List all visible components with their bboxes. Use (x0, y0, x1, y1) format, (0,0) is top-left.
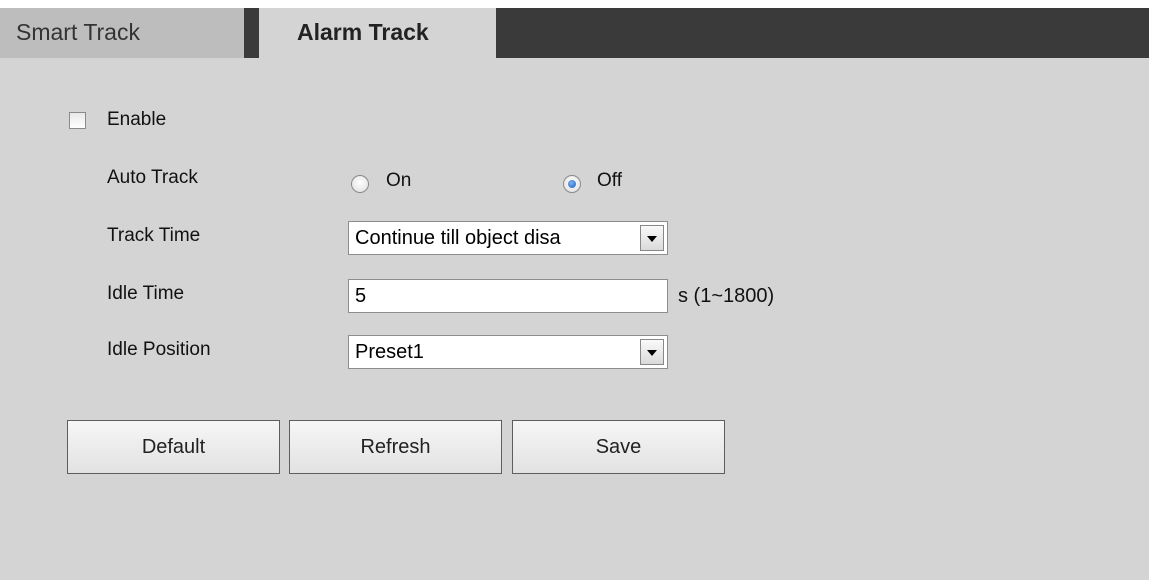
refresh-button[interactable]: Refresh (289, 420, 502, 474)
auto-track-off-radio[interactable] (563, 175, 581, 193)
auto-track-on-label: On (386, 170, 412, 191)
idle-time-input[interactable]: 5 (348, 279, 668, 313)
auto-track-on-radio[interactable] (351, 175, 369, 193)
idle-position-select[interactable]: Preset1 (348, 335, 668, 369)
default-button[interactable]: Default (67, 420, 280, 474)
radio-selected-dot (568, 180, 576, 188)
enable-label: Enable (107, 109, 167, 130)
idle-position-label: Idle Position (107, 339, 211, 360)
auto-track-label: Auto Track (107, 167, 198, 188)
auto-track-off-label: Off (597, 170, 622, 191)
track-time-label: Track Time (107, 225, 201, 246)
track-time-value: Continue till object disa (355, 227, 561, 249)
chevron-down-icon[interactable] (640, 339, 664, 365)
track-time-select[interactable]: Continue till object disa (348, 221, 668, 255)
idle-time-value: 5 (355, 285, 367, 307)
enable-checkbox[interactable] (69, 112, 86, 129)
tab-divider (244, 8, 259, 58)
tab-alarm-track[interactable]: Alarm Track (259, 8, 496, 58)
chevron-down-icon[interactable] (640, 225, 664, 251)
tab-smart-track[interactable]: Smart Track (0, 8, 244, 58)
save-button[interactable]: Save (512, 420, 725, 474)
idle-time-label: Idle Time (107, 283, 185, 304)
idle-position-value: Preset1 (355, 341, 424, 363)
tab-bar: Smart Track Alarm Track (0, 8, 1149, 58)
idle-time-range: s (1~1800) (678, 285, 775, 307)
